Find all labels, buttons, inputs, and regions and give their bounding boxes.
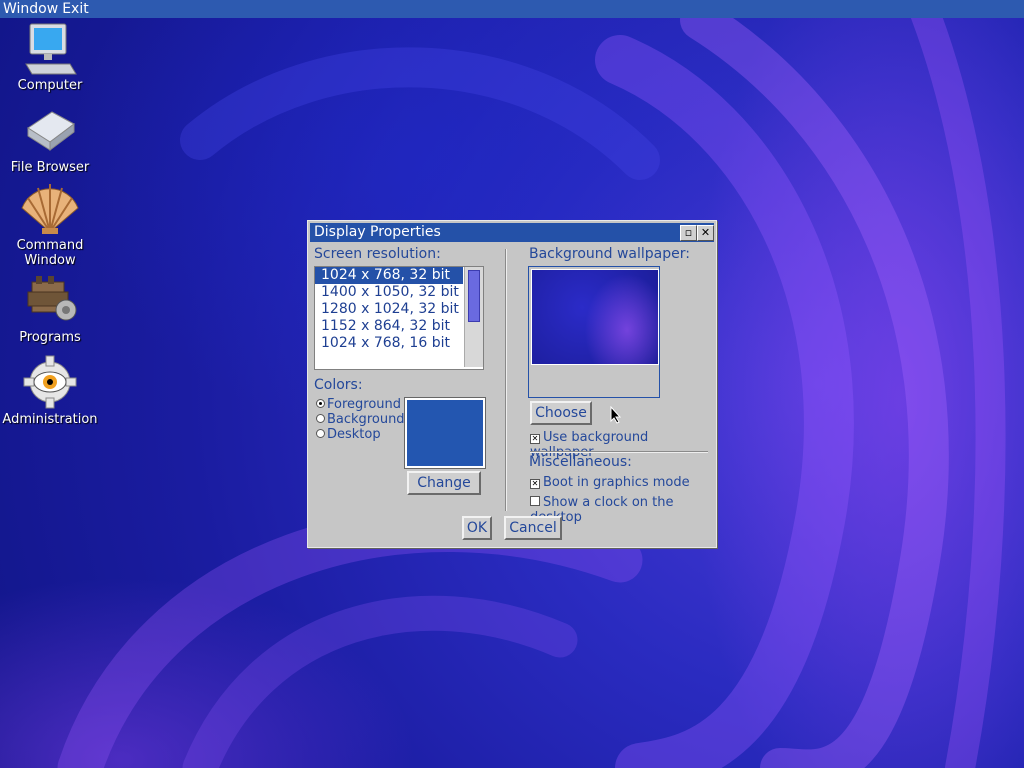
resolution-option[interactable]: 1400 x 1050, 32 bit bbox=[315, 284, 483, 301]
color-swatch bbox=[404, 397, 486, 469]
desktop-icon-label: Command Window bbox=[0, 238, 100, 268]
radio-background[interactable]: Background bbox=[316, 412, 405, 427]
dialog-titlebar[interactable]: Display Properties ▫ ✕ bbox=[310, 223, 714, 242]
ok-button[interactable]: OK bbox=[462, 516, 492, 540]
desktop-icon-file-browser[interactable]: File Browser bbox=[0, 100, 100, 175]
desktop-icon-programs[interactable]: Programs bbox=[0, 270, 100, 345]
minimize-icon[interactable]: ▫ bbox=[680, 225, 697, 241]
mouse-cursor-icon bbox=[610, 406, 622, 424]
engine-icon bbox=[18, 270, 82, 330]
resolution-option[interactable]: 1024 x 768, 32 bit bbox=[315, 267, 463, 284]
desktop-icon-label: File Browser bbox=[10, 160, 90, 175]
radio-label: Background bbox=[327, 412, 405, 427]
resolution-list[interactable]: 1024 x 768, 32 bit 1400 x 1050, 32 bit 1… bbox=[314, 266, 484, 370]
horizontal-divider bbox=[530, 451, 708, 453]
window-menu[interactable]: Window bbox=[3, 1, 58, 17]
desktop-icon-label: Computer bbox=[17, 78, 83, 93]
desktop-icon-label: Programs bbox=[19, 330, 81, 345]
computer-icon bbox=[18, 18, 82, 78]
resolution-scrollbar[interactable] bbox=[464, 267, 483, 367]
display-properties-dialog: Display Properties ▫ ✕ Screen resolution… bbox=[307, 220, 717, 548]
label-line-2: Window bbox=[24, 253, 76, 268]
radio-desktop[interactable]: Desktop bbox=[316, 427, 381, 442]
checkbox-box: ✕ bbox=[530, 479, 540, 489]
file-browser-icon bbox=[18, 100, 82, 160]
colors-label: Colors: bbox=[314, 377, 363, 393]
radio-label: Foreground bbox=[327, 397, 402, 412]
show-clock-checkbox[interactable]: Show a clock on the desktop bbox=[530, 495, 716, 525]
radio-label: Desktop bbox=[327, 427, 381, 442]
wallpaper-thumbnail bbox=[531, 269, 659, 365]
radio-dot bbox=[316, 414, 325, 423]
checkbox-box bbox=[530, 496, 540, 506]
vertical-divider bbox=[505, 249, 507, 511]
choose-button[interactable]: Choose bbox=[530, 401, 592, 425]
use-wallpaper-checkbox[interactable]: ✕Use background wallpaper bbox=[530, 430, 716, 460]
resolution-option[interactable]: 1024 x 768, 16 bit bbox=[315, 335, 483, 352]
wallpaper-preview bbox=[528, 266, 660, 398]
taskbar: Window Exit bbox=[0, 0, 1024, 18]
desktop-icon-command-window[interactable]: Command Window bbox=[0, 178, 100, 268]
exit-menu[interactable]: Exit bbox=[62, 1, 89, 17]
radio-dot bbox=[316, 429, 325, 438]
screen-resolution-label: Screen resolution: bbox=[314, 246, 441, 262]
radio-foreground[interactable]: Foreground bbox=[316, 397, 401, 412]
desktop-icon-computer[interactable]: Computer bbox=[0, 18, 100, 93]
resolution-option[interactable]: 1152 x 864, 32 bit bbox=[315, 318, 483, 335]
close-icon[interactable]: ✕ bbox=[697, 225, 714, 241]
desktop-icon-administration[interactable]: Administration bbox=[0, 352, 100, 427]
label-line-1: Command bbox=[16, 238, 84, 253]
background-wallpaper-label: Background wallpaper: bbox=[529, 246, 690, 262]
boot-graphics-checkbox[interactable]: ✕ Boot in graphics mode bbox=[530, 475, 690, 490]
scrollbar-thumb[interactable] bbox=[468, 270, 480, 322]
change-button[interactable]: Change bbox=[407, 471, 481, 495]
miscellaneous-label: Miscellaneous: bbox=[529, 454, 632, 470]
gear-eye-icon bbox=[18, 352, 82, 412]
shell-icon bbox=[18, 178, 82, 238]
desktop-icon-label: Administration bbox=[2, 412, 98, 427]
radio-dot bbox=[316, 399, 325, 408]
dialog-title: Display Properties bbox=[314, 224, 441, 240]
resolution-option[interactable]: 1280 x 1024, 32 bit bbox=[315, 301, 483, 318]
checkbox-box: ✕ bbox=[530, 434, 540, 444]
checkbox-label: Boot in graphics mode bbox=[543, 475, 690, 490]
cancel-button[interactable]: Cancel bbox=[504, 516, 562, 540]
